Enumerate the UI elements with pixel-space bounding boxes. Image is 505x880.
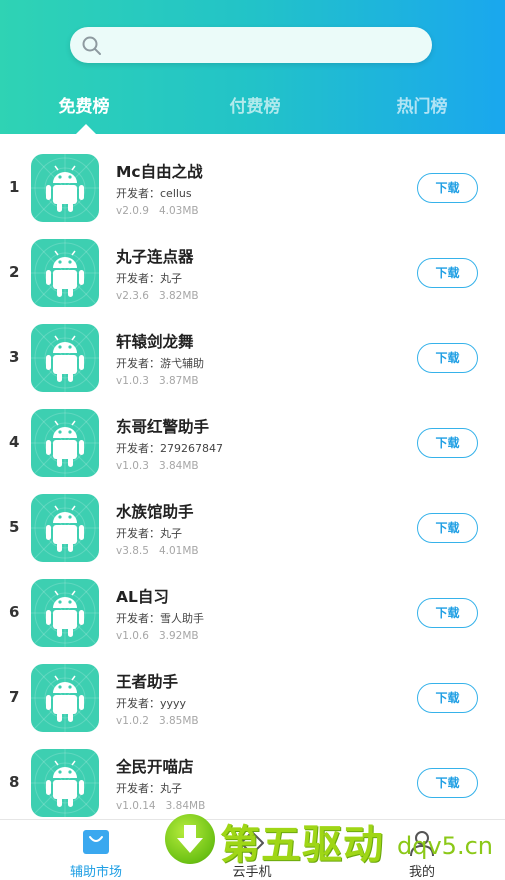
app-size: 3.87MB: [158, 375, 199, 387]
app-size: 3.92MB: [158, 630, 199, 642]
app-developer: 开发者：雪人助手: [116, 612, 204, 625]
app-name: 王者助手: [116, 673, 179, 691]
tab-hot[interactable]: 热门榜: [362, 92, 482, 117]
app-developer: 开发者：丸子: [116, 272, 182, 285]
download-button[interactable]: 下载: [417, 513, 478, 543]
watermark: 第五驱动 dqv5.cn: [165, 810, 505, 870]
app-version: v2.3.6: [116, 290, 149, 302]
app-developer: 开发者：丸子: [116, 527, 182, 540]
app-size: 3.85MB: [158, 715, 199, 727]
app-version: v1.0.2: [116, 715, 149, 727]
download-button[interactable]: 下载: [417, 173, 478, 203]
watermark-domain: dqv5.cn: [397, 832, 493, 860]
app-developer: 开发者：279267847: [116, 442, 223, 455]
android-icon: [31, 579, 99, 647]
app-version: v1.0.14: [116, 800, 156, 812]
app-size: 3.84MB: [158, 460, 199, 472]
app-meta: v2.0.9 4.03MB: [116, 205, 199, 217]
app-meta: v1.0.2 3.85MB: [116, 715, 199, 727]
app-version: v1.0.3: [116, 460, 149, 472]
active-tab-indicator: [76, 124, 96, 134]
search-icon: [82, 36, 101, 55]
rank-number: 2: [9, 263, 20, 281]
download-button[interactable]: 下载: [417, 683, 478, 713]
nav-tab-market[interactable]: 辅助市场: [36, 820, 156, 880]
rank-number: 8: [9, 773, 20, 791]
app-meta: v1.0.3 3.84MB: [116, 460, 199, 472]
app-name: 全民开喵店: [116, 758, 194, 776]
android-icon: [31, 409, 99, 477]
rank-number: 1: [9, 178, 20, 196]
header: 免费榜 付费榜 热门榜: [0, 0, 505, 134]
android-icon: [31, 239, 99, 307]
android-icon: [31, 154, 99, 222]
list-item[interactable]: 4 东哥红警助手 开发者：279267847 v1.0.3 3.84MB 下载: [0, 401, 505, 486]
app-developer: 开发者：丸子: [116, 782, 182, 795]
watermark-text: 第五驱动: [220, 822, 384, 868]
list-item[interactable]: 7 王者助手 开发者：yyyy v1.0.2 3.85MB 下载: [0, 656, 505, 741]
app-name: AL自习: [116, 588, 169, 606]
android-icon: [31, 324, 99, 392]
app-version: v1.0.6: [116, 630, 149, 642]
search-bar[interactable]: [70, 27, 432, 63]
search-input[interactable]: [112, 33, 412, 57]
tab-paid[interactable]: 付费榜: [195, 92, 315, 117]
android-icon: [31, 664, 99, 732]
app-meta: v1.0.6 3.92MB: [116, 630, 199, 642]
download-button[interactable]: 下载: [417, 343, 478, 373]
app-size: 4.03MB: [158, 205, 199, 217]
app-meta: v1.0.3 3.87MB: [116, 375, 199, 387]
list-item[interactable]: 2 丸子连点器 开发者：丸子 v2.3.6 3.82MB 下载: [0, 231, 505, 316]
app-name: 丸子连点器: [116, 248, 194, 266]
nav-label: 辅助市场: [69, 865, 122, 880]
app-name: Mc自由之战: [116, 163, 203, 181]
app-meta: v2.3.6 3.82MB: [116, 290, 199, 302]
app-developer: 开发者：cellus: [116, 187, 192, 200]
app-name: 轩辕剑龙舞: [116, 333, 194, 351]
download-button[interactable]: 下载: [417, 258, 478, 288]
rank-number: 4: [9, 433, 20, 451]
app-size: 3.82MB: [158, 290, 199, 302]
app-meta: v3.8.5 4.01MB: [116, 545, 199, 557]
app-version: v1.0.3: [116, 375, 149, 387]
list-item[interactable]: 5 水族馆助手 开发者：丸子 v3.8.5 4.01MB 下载: [0, 486, 505, 571]
download-arrow-icon: [165, 814, 215, 864]
app-developer: 开发者：游弋辅助: [116, 357, 204, 370]
download-button[interactable]: 下载: [417, 598, 478, 628]
rank-number: 7: [9, 688, 20, 706]
app-size: 4.01MB: [158, 545, 199, 557]
app-developer: 开发者：yyyy: [116, 697, 187, 710]
android-icon: [31, 749, 99, 817]
app-name: 水族馆助手: [116, 503, 194, 521]
list-item[interactable]: 3 轩辕剑龙舞 开发者：游弋辅助 v1.0.3 3.87MB 下载: [0, 316, 505, 401]
list-item[interactable]: 6 AL自习 开发者：雪人助手 v1.0.6 3.92MB 下载: [0, 571, 505, 656]
rank-number: 5: [9, 518, 20, 536]
rank-number: 6: [9, 603, 20, 621]
list-item[interactable]: 1 Mc自由之战 开发者：cellus v2.0.9 4.03MB 下载: [0, 146, 505, 231]
app-version: v2.0.9: [116, 205, 149, 217]
app-name: 东哥红警助手: [116, 418, 210, 436]
shopping-bag-icon: [83, 830, 109, 854]
download-button[interactable]: 下载: [417, 428, 478, 458]
download-button[interactable]: 下载: [417, 768, 478, 798]
app-version: v3.8.5: [116, 545, 149, 557]
android-icon: [31, 494, 99, 562]
rank-number: 3: [9, 348, 20, 366]
tab-free[interactable]: 免费榜: [24, 92, 144, 117]
